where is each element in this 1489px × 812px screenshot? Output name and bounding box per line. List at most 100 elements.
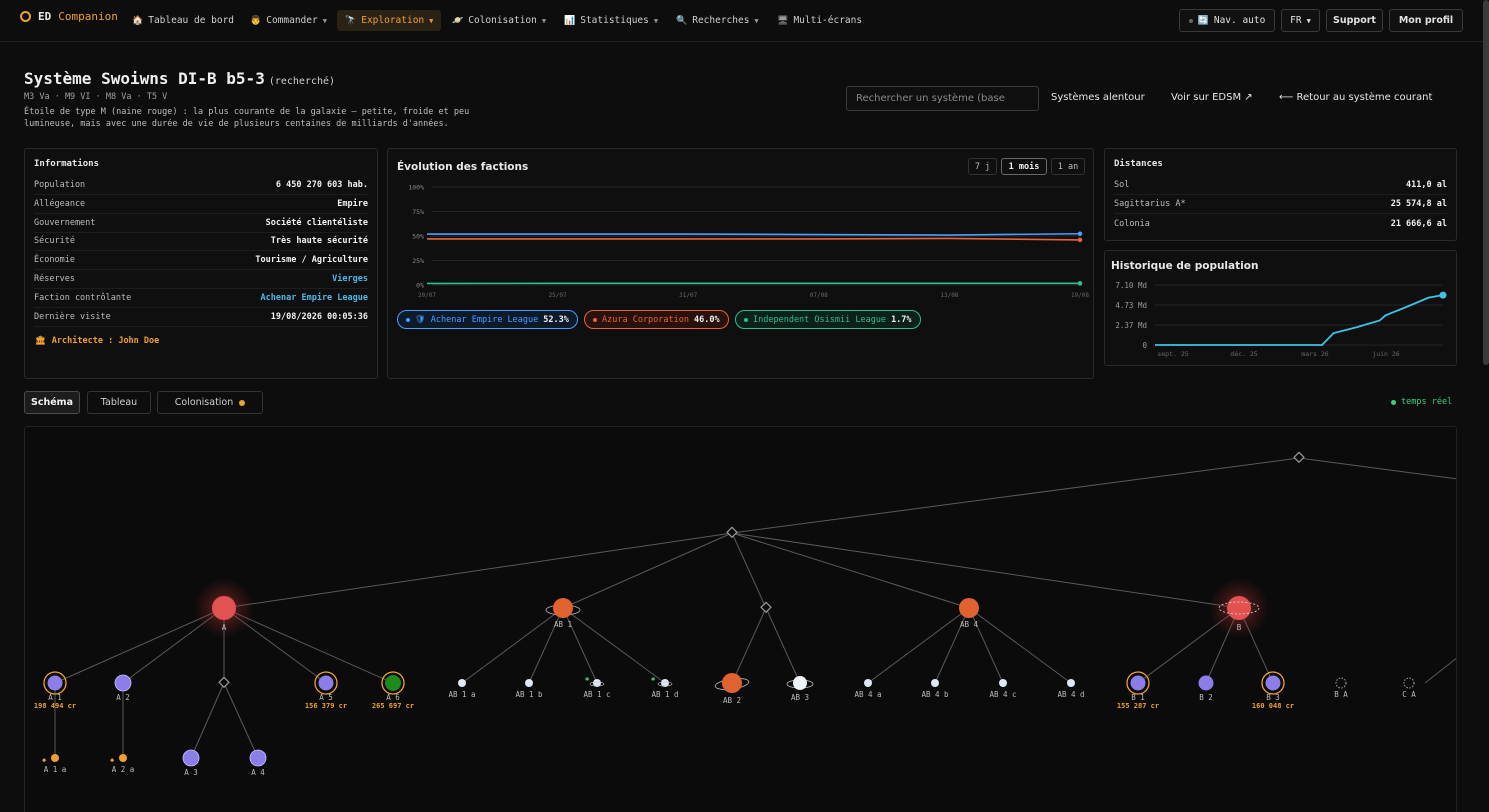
planet-b1[interactable]: [1130, 675, 1146, 691]
info-value: 19/08/2026 00:05:36: [270, 312, 368, 322]
moon-ab1b[interactable]: [525, 679, 533, 687]
body-price: 156 379 cr: [305, 702, 347, 710]
body-label: A 2 a: [112, 765, 135, 774]
language-select[interactable]: FR ▼: [1281, 9, 1320, 32]
body-label: A: [222, 623, 227, 632]
x-tick-label: 31/07: [679, 292, 697, 299]
tab-table[interactable]: Tableau: [87, 391, 151, 414]
legend-azura[interactable]: Azura Corporation 46.0%: [584, 310, 729, 329]
home-icon: 🏠: [132, 15, 144, 26]
planet-a5[interactable]: [318, 675, 334, 691]
system-search-input[interactable]: [846, 86, 1039, 111]
body-label: B A: [1334, 690, 1348, 699]
support-button[interactable]: Support: [1326, 9, 1383, 32]
planet-a1[interactable]: [47, 675, 63, 691]
range-1-year-button[interactable]: 1 an: [1051, 158, 1085, 175]
live-dot-icon: [1391, 399, 1396, 405]
y-tick-label: 25%: [412, 257, 424, 265]
x-tick-label: 20/07: [418, 292, 436, 299]
brand-logo[interactable]: ED Companion: [20, 10, 118, 23]
legend-achenar[interactable]: 🛡 Achenar Empire League 52.3%: [397, 310, 578, 329]
barycentre-icon[interactable]: [726, 526, 738, 539]
nav-item-label: Tableau de bord: [148, 15, 235, 26]
info-value: Empire: [337, 199, 368, 209]
nav-auto-button[interactable]: 🔄 Nav. auto: [1179, 9, 1275, 32]
star-b[interactable]: [1227, 596, 1251, 620]
nearby-systems-link[interactable]: Systèmes alentour: [1051, 92, 1145, 103]
range-1-month-button[interactable]: 1 mois: [1001, 158, 1047, 175]
planet-a4[interactable]: [249, 749, 267, 767]
distance-value: 411,0 al: [1406, 180, 1447, 190]
page-scrollbar[interactable]: [1483, 0, 1489, 365]
distance-row-sol: Sol 411,0 al: [1114, 176, 1447, 195]
language-value: FR: [1290, 15, 1302, 26]
belt-ca[interactable]: [1403, 677, 1415, 689]
nav-item-searches[interactable]: 🔍 Recherches ▼: [670, 10, 765, 31]
moon-ab4d[interactable]: [1067, 679, 1075, 687]
planet-a3[interactable]: [182, 749, 200, 767]
planet-ab2[interactable]: [722, 673, 742, 693]
factions-title: Évolution des factions: [397, 161, 529, 173]
body-label: B 2: [1199, 693, 1213, 702]
info-key: Économie: [34, 255, 75, 265]
nav-item-statistics[interactable]: 📊 Statistiques ▼: [558, 10, 664, 31]
body-label: AB 4 b: [921, 690, 949, 699]
body-label: A 3: [184, 768, 198, 777]
star-description: Étoile de type M (naine rouge) : la plus…: [24, 107, 470, 129]
moon-a2a[interactable]: [119, 754, 127, 762]
info-key: Faction contrôlante: [34, 293, 132, 303]
planet-ab1[interactable]: [553, 598, 573, 618]
bio-icon: ✱: [585, 675, 590, 683]
architect-label: Architecte : John Doe: [51, 336, 160, 346]
star-a[interactable]: [212, 596, 236, 620]
legend-dot-icon: [744, 317, 748, 322]
population-chart: 7.10 Md 4.73 Md 2.37 Md 0 sept. 25 déc. 25 mar…: [1115, 281, 1447, 358]
belt-ba[interactable]: [1335, 677, 1347, 689]
tab-label: Tableau: [100, 397, 138, 408]
moon-ab4a[interactable]: [864, 679, 872, 687]
nav-item-dashboard[interactable]: 🏠 Tableau de bord: [126, 10, 240, 31]
planet-ab4[interactable]: [959, 598, 979, 618]
nav-item-colonisation[interactable]: 🪐 Colonisation ▼: [446, 10, 552, 31]
planet-ab3[interactable]: [793, 676, 807, 690]
nav-item-multiscreen[interactable]: 🖥 Multi-écrans: [771, 10, 868, 31]
planet-b3[interactable]: [1265, 675, 1281, 691]
planet-b2[interactable]: [1198, 675, 1214, 691]
x-tick-label: 13/08: [940, 292, 958, 299]
barycentre-icon[interactable]: [218, 676, 230, 689]
moon-ab1a[interactable]: [458, 679, 466, 687]
body-label: AB 1 a: [448, 690, 475, 699]
nav-item-exploration[interactable]: 🔭 Exploration ▼: [337, 10, 442, 31]
series-line: [427, 232, 1081, 236]
barycentre-icon[interactable]: [760, 601, 772, 614]
information-title: Informations: [34, 159, 100, 169]
y-tick-label: 0: [1142, 341, 1147, 350]
edsm-link[interactable]: Voir sur EDSM ↗: [1171, 92, 1253, 103]
controlling-faction-link[interactable]: Achenar Empire League: [261, 293, 368, 303]
range-7-days-button[interactable]: 7 j: [968, 158, 997, 175]
tab-colonisation[interactable]: Colonisation: [157, 391, 263, 414]
info-row-last-visit: Dernière visite 19/08/2026 00:05:36: [34, 308, 368, 327]
nav-item-label: Commander: [266, 15, 318, 26]
info-key: Dernière visite: [34, 312, 111, 322]
planet-a2[interactable]: [114, 674, 132, 692]
population-line: [1155, 294, 1444, 346]
info-key: Réserves: [34, 274, 75, 284]
chevron-down-icon: ▼: [1306, 16, 1311, 25]
body-label: B 1: [1131, 693, 1145, 702]
back-to-current-system-link[interactable]: ⟵ Retour au système courant: [1279, 92, 1432, 103]
series-end-point: [1077, 237, 1083, 243]
body-label: AB 4 c: [989, 690, 1016, 699]
legend-name: Achenar Empire League: [430, 314, 539, 325]
tab-schema[interactable]: Schéma: [24, 391, 80, 414]
moon-a1a[interactable]: [51, 754, 59, 762]
nav-item-commander[interactable]: 👨 Commander ▼: [244, 10, 333, 31]
legend-osismii[interactable]: Independent Osismii League 1.7%: [735, 310, 921, 329]
body-price: 155 287 cr: [1117, 702, 1159, 710]
support-label: Support: [1333, 15, 1376, 26]
moon-ab4c[interactable]: [999, 679, 1007, 687]
barycentre-icon[interactable]: [1293, 451, 1305, 464]
moon-ab4b[interactable]: [931, 679, 939, 687]
planet-a6[interactable]: [385, 675, 401, 691]
profile-button[interactable]: Mon profil: [1389, 9, 1463, 32]
